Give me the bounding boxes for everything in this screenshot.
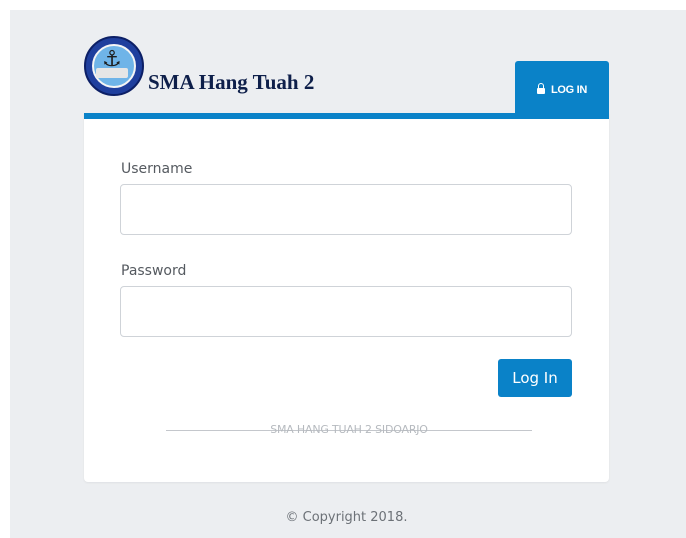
login-button[interactable]: Log In	[498, 359, 572, 397]
login-header: ⚓ SMA Hang Tuah 2 LOG IN	[84, 36, 609, 119]
username-input[interactable]	[120, 184, 572, 235]
password-input[interactable]	[120, 286, 572, 337]
school-emblem-icon: ⚓	[84, 36, 144, 96]
book-icon	[96, 68, 128, 78]
tab-login[interactable]: LOG IN	[515, 61, 609, 119]
login-card: Username Password Log In SMA HANG TUAH 2…	[84, 113, 609, 482]
lock-icon	[536, 83, 545, 95]
username-label: Username	[121, 161, 193, 177]
school-title: SMA Hang Tuah 2	[148, 70, 315, 94]
card-footer-text: SMA HANG TUAH 2 SIDOARJO	[270, 423, 428, 436]
copyright-text: © Copyright 2018.	[285, 510, 408, 525]
tab-login-label: LOG IN	[550, 84, 588, 96]
password-label: Password	[121, 263, 187, 279]
